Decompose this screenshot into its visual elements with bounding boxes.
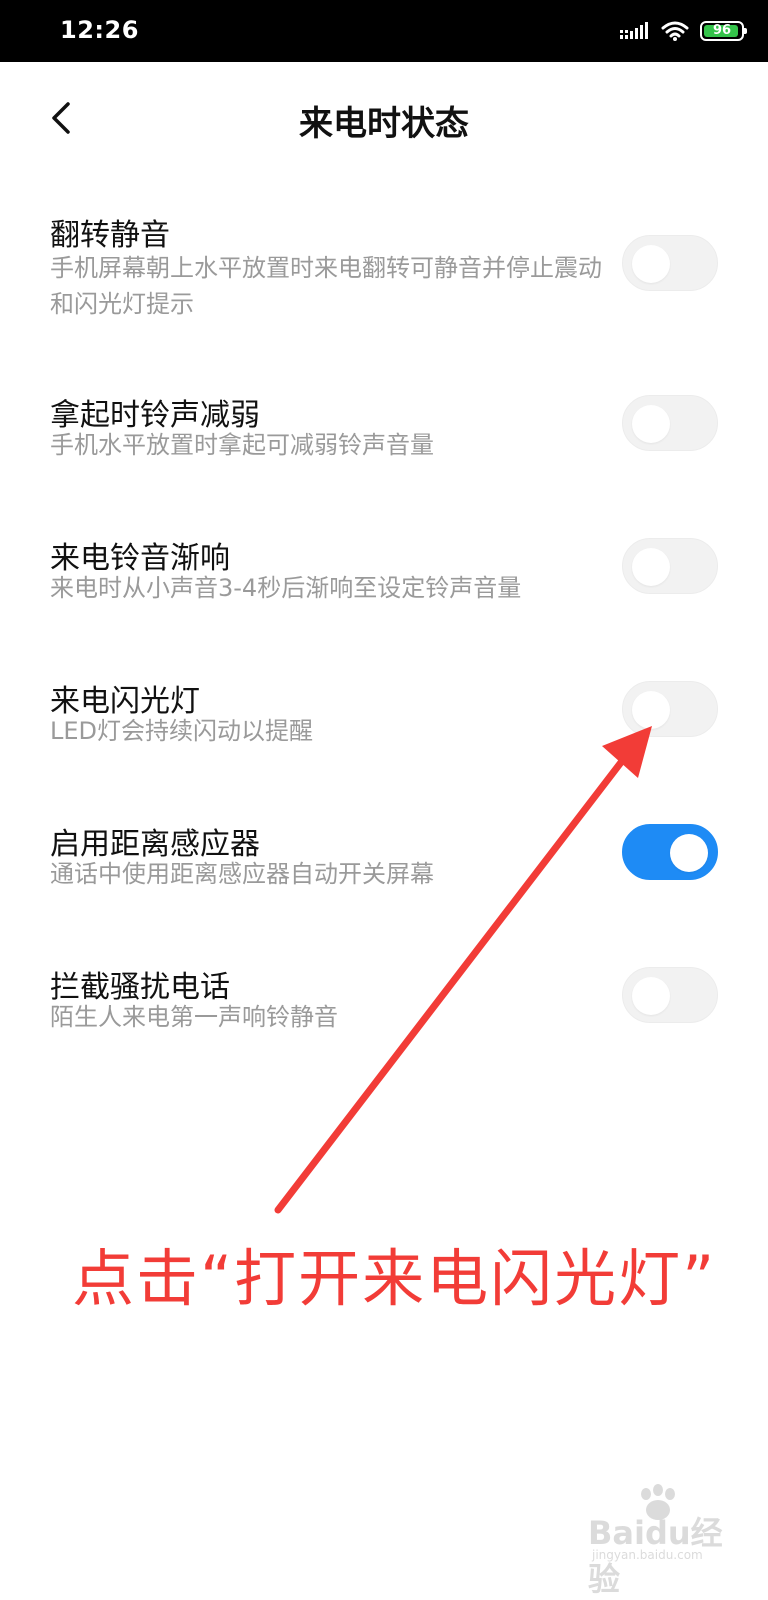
page-title: 来电时状态 [299, 104, 469, 144]
toggle-proximity-sensor[interactable] [622, 824, 718, 880]
setting-ring-crescendo[interactable]: 来电铃音渐响 来电时从小声音3-4秒后渐响至设定铃声音量 [0, 528, 768, 618]
baidu-watermark: Baidu经验 jingyan.baidu.com [588, 1484, 748, 1598]
toggle-knob [632, 977, 670, 1015]
signal-icon [620, 22, 648, 39]
setting-description: 陌生人来电第一声响铃静音 [50, 1003, 338, 1031]
toggle-knob [632, 691, 670, 729]
setting-description: 手机屏幕朝上水平放置时来电翻转可静音并停止震动和闪光灯提示 [50, 254, 602, 318]
battery-icon: 96 [700, 21, 747, 41]
toggle-block-harassment[interactable] [622, 967, 718, 1023]
toggle-ring-crescendo[interactable] [622, 538, 718, 594]
annotation-text: 点击“打开来电闪光灯” [72, 1242, 717, 1315]
status-icons: 96 [620, 18, 747, 44]
battery-level: 96 [712, 23, 732, 38]
wifi-icon [661, 21, 689, 41]
watermark-url: jingyan.baidu.com [592, 1548, 703, 1562]
toggle-knob [670, 834, 708, 872]
header: 来电时状态 [0, 62, 768, 174]
setting-pickup-ring-reduce[interactable]: 拿起时铃声减弱 手机水平放置时拿起可减弱铃声音量 [0, 385, 768, 475]
setting-block-harassment[interactable]: 拦截骚扰电话 陌生人来电第一声响铃静音 [0, 957, 768, 1047]
status-bar: 12:26 96 [0, 0, 768, 62]
setting-description: LED灯会持续闪动以提醒 [50, 717, 314, 745]
toggle-flash-on-call[interactable] [622, 681, 718, 737]
setting-description: 来电时从小声音3-4秒后渐响至设定铃声音量 [50, 574, 522, 602]
toggle-pickup-ring-reduce[interactable] [622, 395, 718, 451]
setting-description: 手机水平放置时拿起可减弱铃声音量 [50, 431, 434, 459]
setting-flip-to-mute[interactable]: 翻转静音 手机屏幕朝上水平放置时来电翻转可静音并停止震动和闪光灯提示 [0, 205, 768, 335]
toggle-knob [632, 548, 670, 586]
toggle-knob [632, 405, 670, 443]
setting-flash-on-call[interactable]: 来电闪光灯 LED灯会持续闪动以提醒 [0, 671, 768, 761]
toggle-flip-to-mute[interactable] [622, 235, 718, 291]
setting-description: 通话中使用距离感应器自动开关屏幕 [50, 860, 434, 888]
battery-tip [744, 28, 747, 34]
setting-title: 翻转静音 [50, 218, 170, 253]
status-time: 12:26 [60, 16, 139, 44]
setting-proximity-sensor[interactable]: 启用距离感应器 通话中使用距离感应器自动开关屏幕 [0, 814, 768, 904]
toggle-knob [632, 245, 670, 283]
